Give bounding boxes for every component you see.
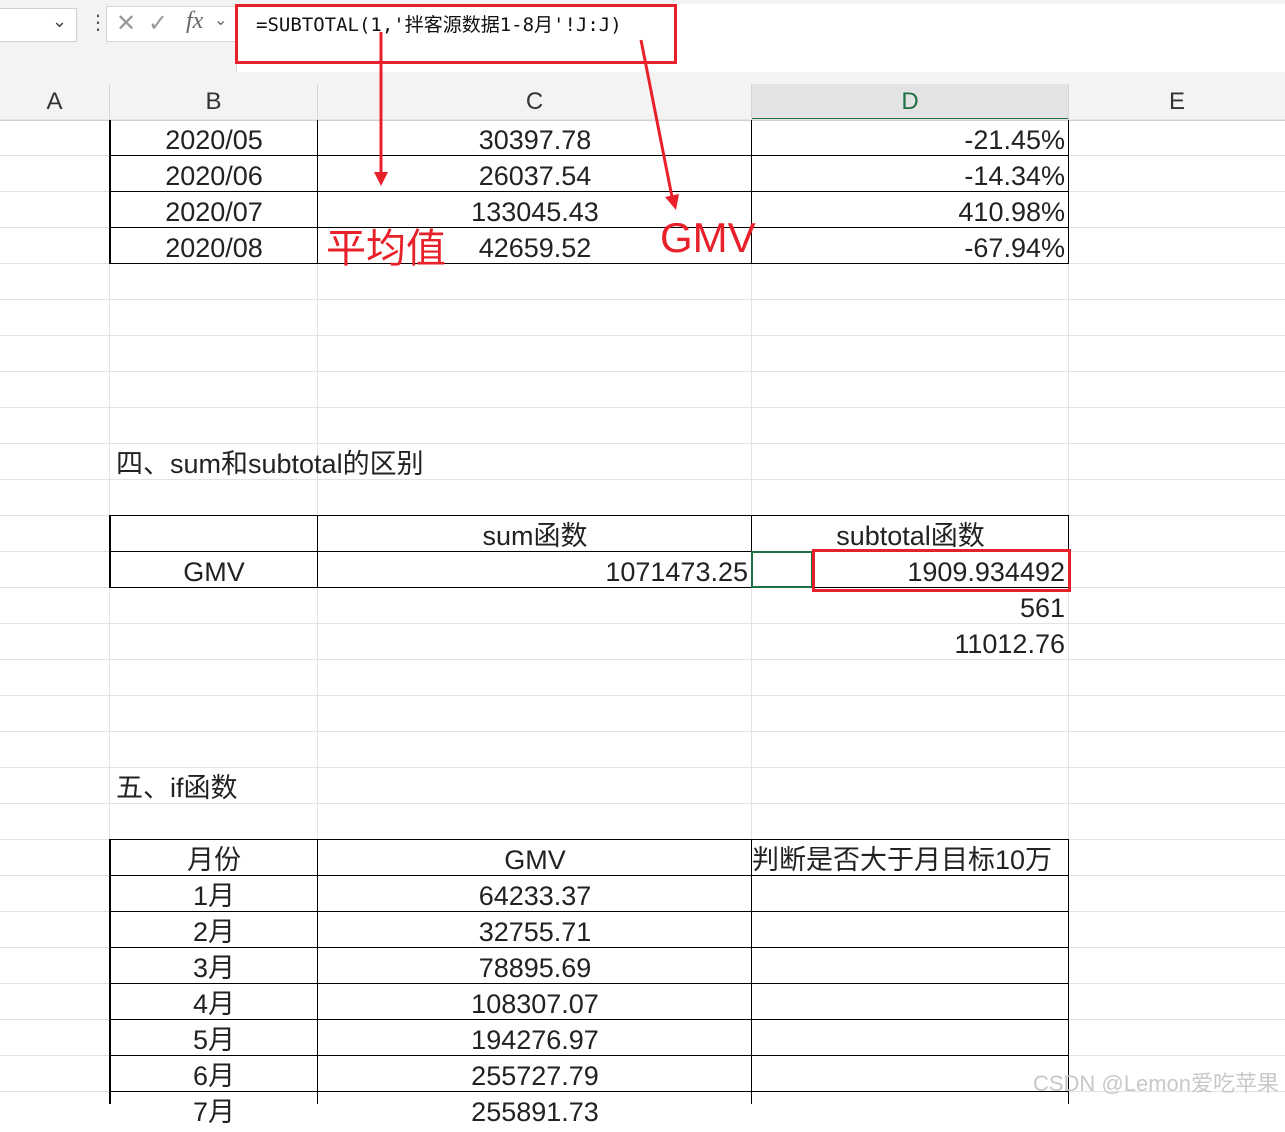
watermark: CSDN @Lemon爱吃苹果 xyxy=(1032,1071,1279,1096)
extra-value-cell[interactable]: 11012.76 xyxy=(752,624,1069,660)
arrow-head-gmv xyxy=(665,194,679,210)
grid-row-line xyxy=(0,623,1285,624)
gmv-cell[interactable]: 64233.37 xyxy=(318,876,752,912)
arrow-to-gmv xyxy=(639,39,675,203)
gmv-cell[interactable]: 78895.69 xyxy=(318,948,752,984)
annotation-arrows xyxy=(374,32,679,210)
month-cell[interactable]: 5月 xyxy=(110,1020,318,1056)
grid-row-line xyxy=(0,659,1285,660)
judge-header[interactable]: 判断是否大于月目标10万 xyxy=(752,840,1069,876)
gmv-header[interactable]: GMV xyxy=(318,840,752,876)
grid-row-line xyxy=(0,371,1285,372)
grid-row-line xyxy=(0,335,1285,336)
grid-row-line xyxy=(0,731,1285,732)
grid-row-line xyxy=(0,695,1285,696)
extra-value-cell[interactable]: 561 xyxy=(752,588,1069,624)
section5-title[interactable]: 五、if函数 xyxy=(110,768,710,804)
subtotal-highlight-box xyxy=(812,549,1071,592)
month-cell[interactable]: 6月 xyxy=(110,1056,318,1092)
month-cell[interactable]: 2月 xyxy=(110,912,318,948)
sum-header[interactable]: sum函数 xyxy=(318,516,752,552)
sum-value-cell[interactable]: 1071473.25 xyxy=(318,552,752,588)
gmv-cell[interactable]: 255891.73 xyxy=(318,1092,752,1128)
gmv-annotation: GMV xyxy=(660,214,756,261)
grid-row-line xyxy=(0,407,1285,408)
gmv-cell[interactable]: 108307.07 xyxy=(318,984,752,1020)
subtotal-header[interactable]: subtotal函数 xyxy=(752,516,1069,552)
month-header[interactable]: 月份 xyxy=(110,840,318,876)
gmv-cell[interactable]: 194276.97 xyxy=(318,1020,752,1056)
month-cell[interactable]: 3月 xyxy=(110,948,318,984)
arrow-head-average xyxy=(374,172,388,186)
month-cell[interactable]: 4月 xyxy=(110,984,318,1020)
table3-border xyxy=(1068,839,1069,1104)
month-cell[interactable]: 7月 xyxy=(110,1092,318,1128)
section4-title[interactable]: 四、sum和subtotal的区别 xyxy=(110,444,710,480)
gmv-row-label[interactable]: GMV xyxy=(110,552,318,588)
gmv-cell[interactable]: 255727.79 xyxy=(318,1056,752,1092)
gmv-cell[interactable]: 32755.71 xyxy=(318,912,752,948)
average-annotation: 平均值 xyxy=(326,227,446,271)
month-cell[interactable]: 1月 xyxy=(110,876,318,912)
